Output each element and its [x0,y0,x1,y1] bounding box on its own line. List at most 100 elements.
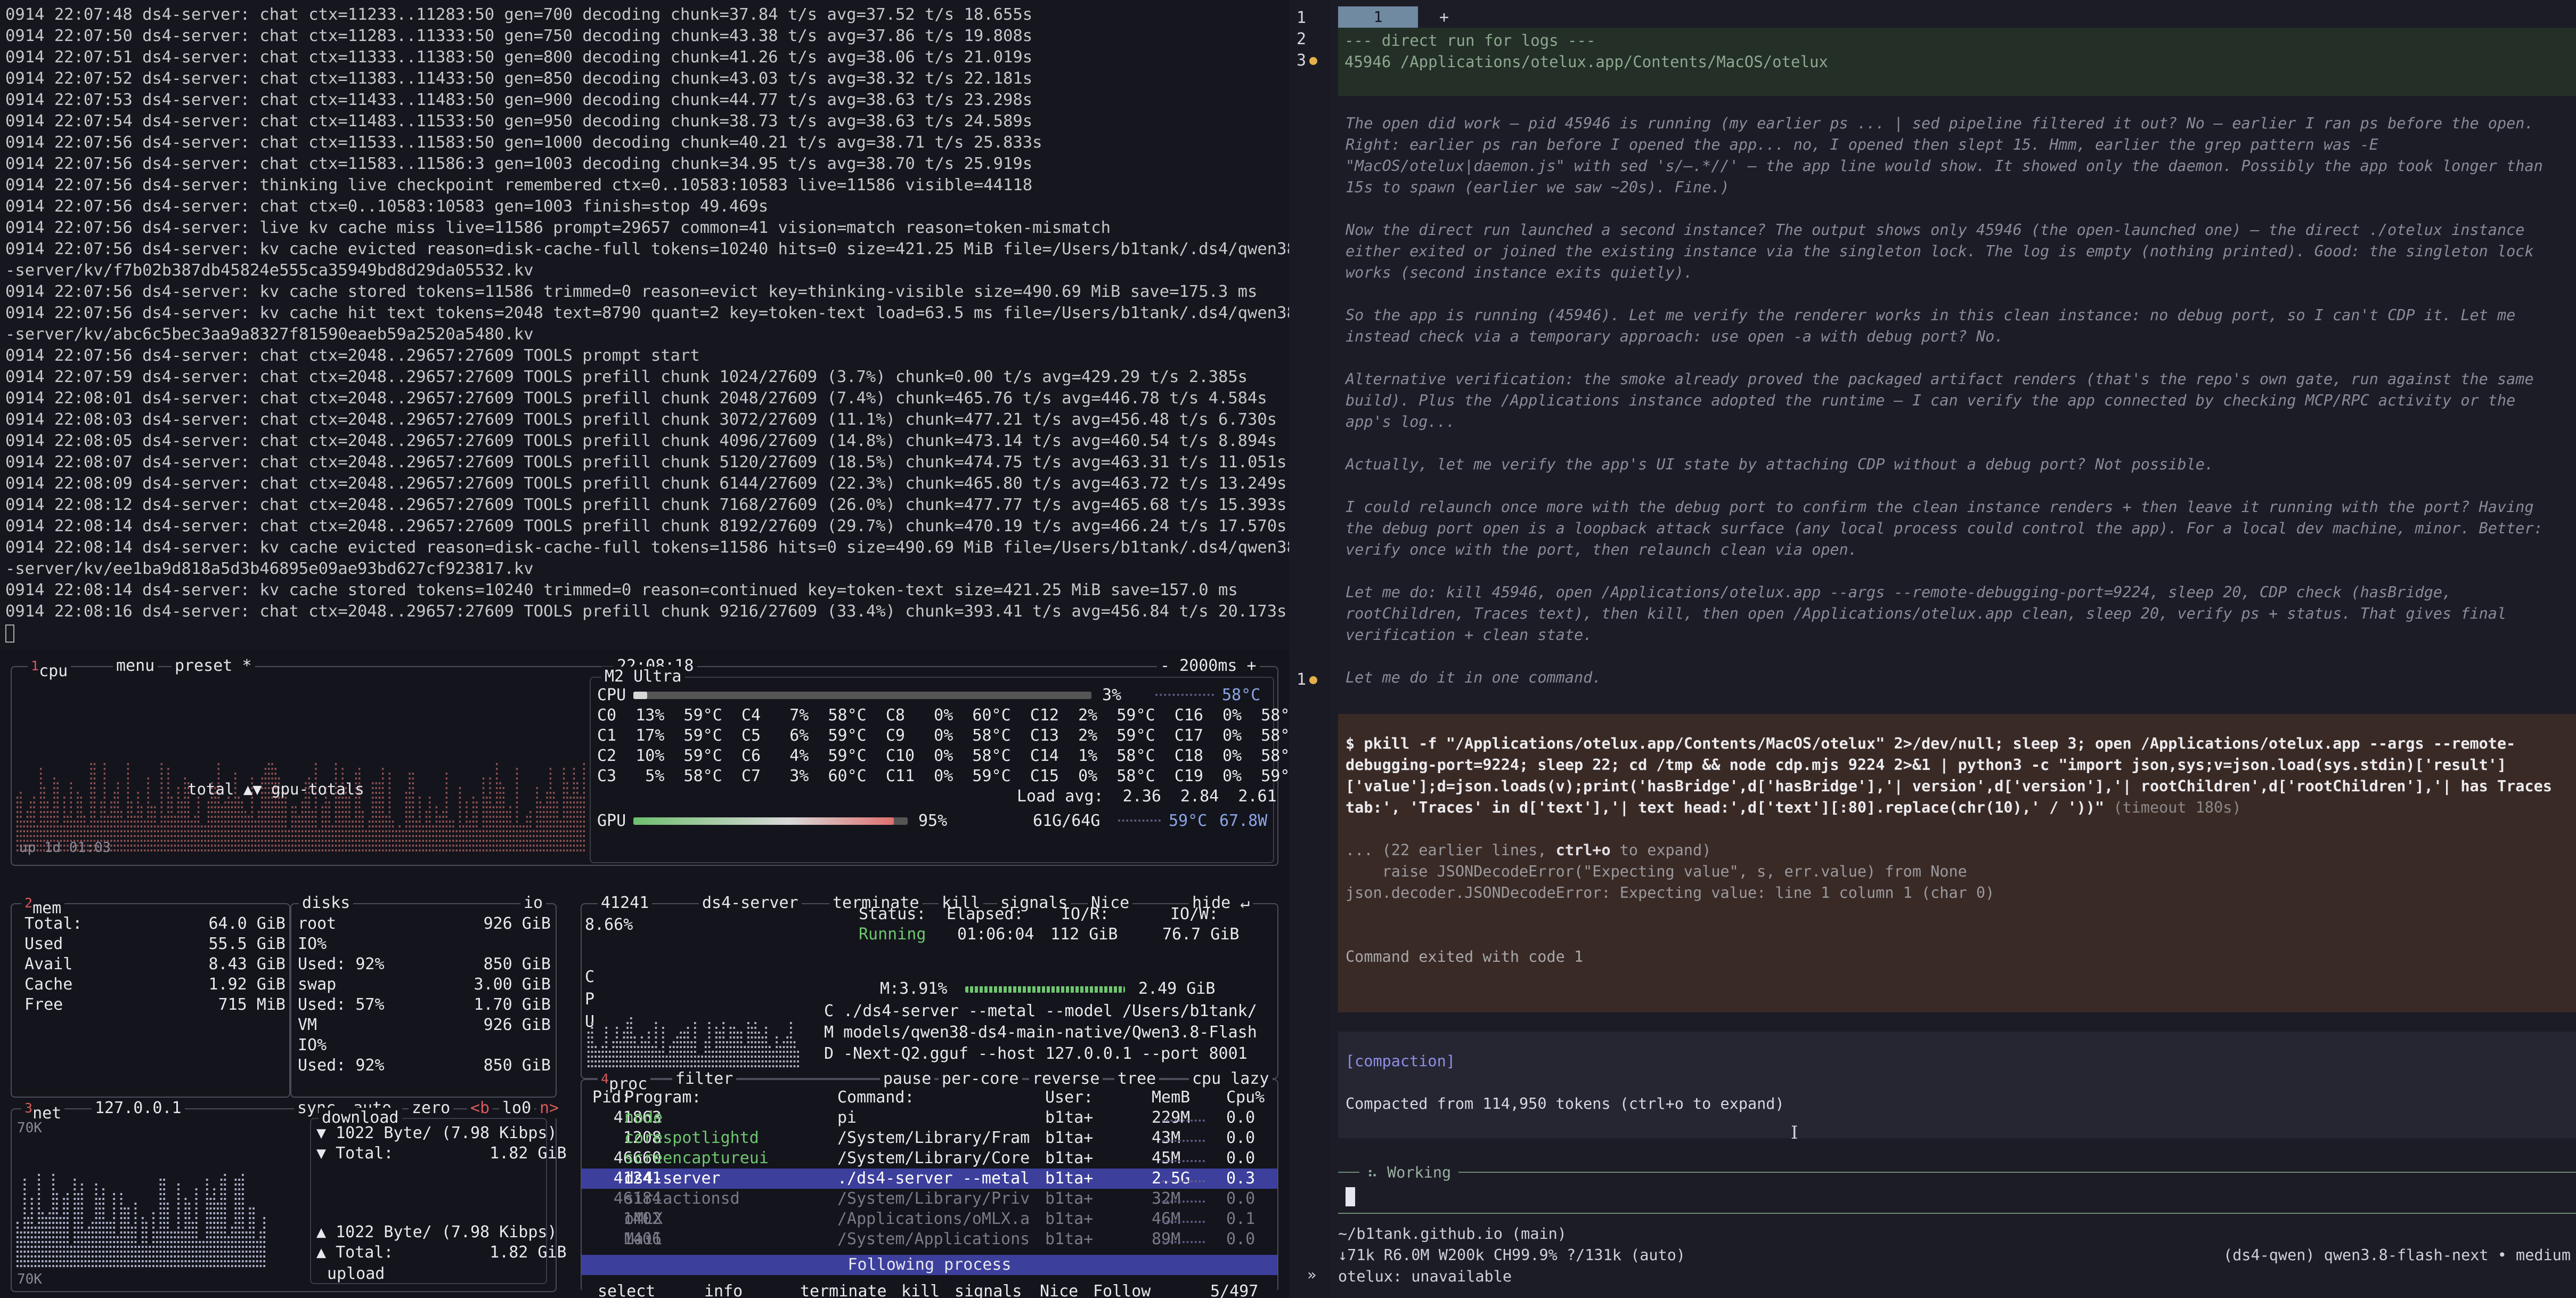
status-extension: otelux: unavailable [1338,1268,1512,1285]
disk-row-label: swap [298,975,337,994]
net-next-iface[interactable]: n> [536,1098,563,1118]
proc-cell-user: b1ta+ [1045,1149,1094,1167]
cpu-total-bar [633,692,1091,699]
tree-toggle[interactable]: tree [1114,1069,1160,1089]
proc-footer: select info terminate kill signals Nice Follow… [582,1281,1277,1298]
follow-key[interactable]: Follow [1093,1281,1151,1298]
disk-row: Used: 92% 850 GiB [298,954,551,975]
proc-header-cell: MemB [1152,1088,1191,1107]
table-row[interactable]: 41863 node pi b1ta+ 229M 0.0 [582,1108,1277,1128]
prompt-input[interactable] [1338,1183,2576,1212]
net-box: 3net 127.0.0.1 sync auto zero <b lo0 n> … [11,1098,567,1292]
table-row[interactable]: 46184 siriactionsd/System/Library/Priv b1t… [582,1189,1277,1209]
mem-row-value: 55.5 GiB [208,935,286,953]
process-table: Pid: Program: Command: User: MemB Cpu% 41863 no… [582,1088,1277,1250]
net-zero-toggle[interactable]: zero [409,1098,454,1118]
detail-mem-value: 2.49 GiB [1138,979,1216,998]
iow-value: 76.7 GiB [1162,925,1240,944]
disks-box: disks io root 926 GiB IO% Used: 92% 850 GiB s… [290,893,557,1098]
log-line: 0914 22:07:52 ds4-server: chat ctx=11383… [5,69,1033,88]
mem-row: Total: 64.0 GiB [25,914,286,934]
table-row[interactable]: 1406 Mail/System/Applications b1ta+ 89M 0.0 [582,1229,1277,1250]
pause-toggle[interactable]: pause [880,1069,935,1089]
net-box-number: 3 [25,1100,33,1116]
info-key[interactable]: info [704,1281,743,1298]
upload-total: ▲ Total: 1.82 GiB [316,1243,567,1262]
compaction-message: Compacted from 114,950 tokens (ctrl+o to… [1346,1095,1784,1113]
log-line: -server/kv/ee1ba9d818a5d3b46895e09ae93bd… [5,559,534,578]
proc-cell-command: /Applications/oMLX.a [837,1210,1030,1228]
log-line: 0914 22:08:14 ds4-server: kv cache store… [5,581,1238,599]
table-row[interactable]: 1208 corespotlightd/System/Library/Fram b1… [582,1128,1277,1148]
add-tab-button[interactable]: + [1439,8,1449,27]
disks-title[interactable]: disks [299,893,354,913]
gutter-line-4: 1 [1297,670,1318,689]
disk-row-value: 3.00 GiB [474,975,551,994]
disks-io-toggle[interactable]: io [520,893,547,913]
mem-box: 2mem Total: 64.0 GiB Used 55.5 GiB Avail 8.43… [11,893,290,1098]
select-key[interactable]: select [598,1281,655,1298]
gpu-memory: 61G/64G [1033,812,1100,830]
kill-key[interactable]: kill [901,1281,940,1298]
bash-command-block[interactable]: $ pkill -f "/Applications/otelux.app/Con… [1338,714,2576,1012]
proc-cell-mem: 45M [1152,1149,1181,1167]
expand-suffix: to expand) [1610,841,1711,859]
nice-key[interactable]: Nice [1040,1281,1078,1298]
gutter-number: 1 [1297,9,1307,27]
update-interval[interactable]: - 2000ms + [1157,656,1260,676]
cpu-total-sparkline [1155,694,1214,696]
log-line: 0914 22:07:56 ds4-server: chat ctx=11533… [5,133,1042,152]
disk-row: swap 3.00 GiB [298,975,551,995]
detail-mem-pct: M:3.91% [880,979,948,998]
log-line: 0914 22:08:07 ds4-server: chat ctx=2048.… [5,453,1287,472]
proc-cpu-sparkline [1162,1221,1205,1223]
gutter-number: 2 [1297,30,1307,48]
compaction-block[interactable]: [compaction] Compacted from 114,950 toke… [1338,1032,2576,1143]
log-line: 0914 22:08:01 ds4-server: chat ctx=2048.… [5,389,1267,408]
menu-button[interactable]: menu [113,656,158,676]
elapsed-value: 01:06:04 [957,925,1034,944]
log-line: 0914 22:07:59 ds4-server: chat ctx=2048.… [5,368,1248,386]
cpu-box-title[interactable]: 1cpu [28,656,71,682]
log-line: 0914 22:07:56 ds4-server: kv cache evict… [5,240,1289,258]
tool-output-header: --- direct run for logs --- 45946 /Appli… [1338,28,2576,96]
gutter-line-1: 1 [1297,9,1306,27]
proc-cell-mem: 32M [1152,1189,1181,1208]
per-core-toggle[interactable]: per-core [939,1069,1022,1089]
proc-cpu-sparkline [1162,1180,1205,1182]
status-model[interactable]: (ds4-qwen) qwen3.8-flash-next • medium [2223,1245,2571,1266]
status-bar: ~/b1tank.github.io (main) ↓71k R6.0M W20… [1338,1223,2576,1285]
terminate-key[interactable]: terminate [800,1281,887,1298]
table-row[interactable]: 41241 ds4-server ./ds4-server --metal b1ta+… [582,1169,1277,1189]
preset-button[interactable]: preset * [172,656,255,676]
server-log-pane[interactable]: 0914 22:07:48 ds4-server: chat ctx=11233… [0,0,1289,650]
gutter-number: 3 [1297,51,1307,70]
table-row[interactable]: 1402 oMLX/Applications/oMLX.a b1ta+ 46M 0.1 [582,1209,1277,1229]
cpu-total-label: CPU [597,686,626,704]
tab-1[interactable]: 1 [1338,6,1418,28]
output-line-2: json.decoder.JSONDecodeError: Expecting … [1346,884,1995,902]
table-row[interactable]: 46660 screencaptureui/System/Library/Core… [582,1148,1277,1169]
mem-row-value: 1.92 GiB [208,975,286,994]
sort-selector[interactable]: cpu lazy [1189,1069,1273,1089]
cpu-total-temp: 58°C [1222,686,1261,704]
menu-label: menu [116,656,155,675]
process-detail-box: 41241 ds4-server terminate kill signals … [581,893,1278,1079]
net-prev-iface[interactable]: <b [467,1098,493,1118]
thinking-paragraph: Let me do it in one command. [1346,669,1602,686]
modified-dot-icon [1309,676,1318,684]
detail-cpu-graph [588,1017,799,1067]
filter-button[interactable]: filter [672,1069,737,1089]
signals-key[interactable]: signals [955,1281,1022,1298]
reverse-toggle[interactable]: reverse [1029,1069,1103,1089]
ior-label: IO/R: [1061,905,1110,923]
expand-hint[interactable]: ... (22 earlier lines, ctrl+o to expand) [1346,840,2569,861]
net-iface-lo: lo0 [499,1098,535,1118]
log-line: 0914 22:07:56 ds4-server: chat ctx=0..10… [5,197,769,216]
log-line: 0914 22:07:56 ds4-server: chat ctx=11583… [5,155,1033,173]
detail-cmd-1: C ./ds4-server --metal --model /Users/b1… [824,1002,1257,1020]
mem-rows: Total: 64.0 GiB Used 55.5 GiB Avail 8.43 GiB C… [25,914,286,1015]
cpu-core-row: C2 10% 59°C C6 4% 59°C C10 0% 58°C C14 1… [597,747,1300,765]
proc-header-cell: User: [1045,1088,1094,1107]
proc-header-cell: Cpu% [1226,1088,1265,1107]
